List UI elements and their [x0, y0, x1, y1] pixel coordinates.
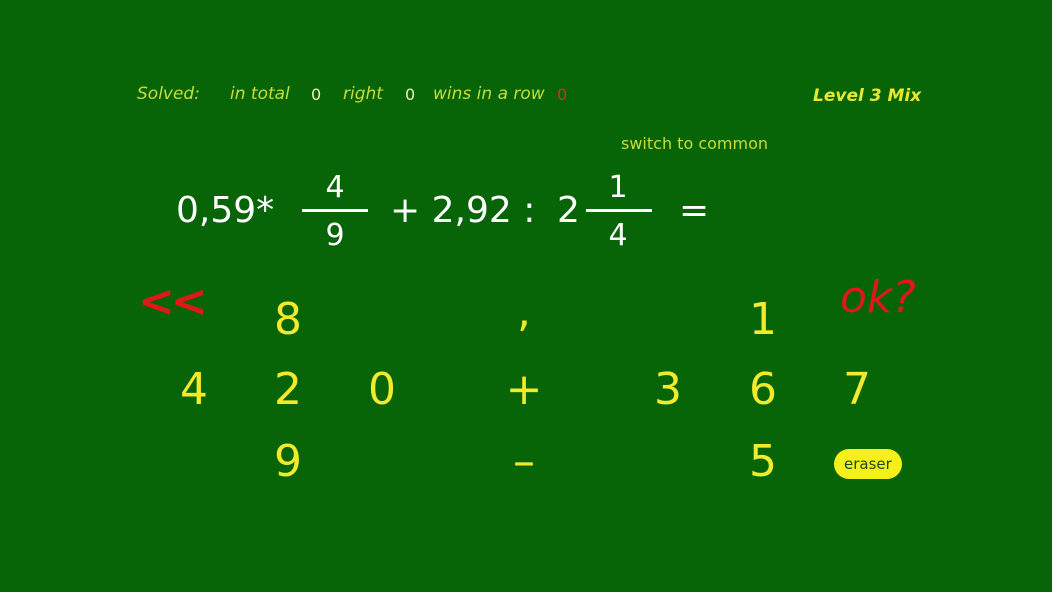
fraction1-denominator: 9 — [325, 218, 345, 253]
level-label: Level 3 Mix — [813, 86, 922, 106]
eraser-button[interactable]: eraser — [834, 449, 902, 479]
key-8[interactable]: 8 — [258, 294, 318, 345]
wins-label: wins in a row — [433, 84, 545, 104]
equals-sign: = — [679, 190, 710, 231]
mixed-whole: 2 — [557, 190, 580, 231]
fraction2-bar — [586, 209, 652, 212]
fraction1-bar — [302, 209, 368, 212]
switch-to-common-button[interactable]: switch to common — [621, 134, 768, 153]
fraction1-numerator: 4 — [325, 170, 345, 205]
key-3[interactable]: 3 — [638, 364, 698, 415]
key-minus[interactable]: – — [494, 436, 554, 487]
expression-term1: 0,59* — [176, 190, 275, 231]
expression-middle: + 2,92 : — [390, 190, 536, 231]
key-1[interactable]: 1 — [733, 294, 793, 345]
fraction2-numerator: 1 — [608, 170, 628, 205]
key-9[interactable]: 9 — [258, 436, 318, 487]
wins-value: 0 — [557, 85, 568, 104]
key-5[interactable]: 5 — [733, 436, 793, 487]
key-4[interactable]: 4 — [164, 364, 224, 415]
key-2[interactable]: 2 — [258, 364, 318, 415]
key-0[interactable]: 0 — [352, 364, 412, 415]
right-label: right — [343, 84, 383, 104]
key-7[interactable]: 7 — [827, 364, 887, 415]
total-label: in total — [230, 84, 290, 104]
key-6[interactable]: 6 — [733, 364, 793, 415]
total-value: 0 — [311, 85, 322, 104]
key-comma[interactable]: , — [494, 286, 554, 337]
ok-button[interactable]: ok? — [840, 272, 916, 323]
fraction2-denominator: 4 — [608, 218, 628, 253]
back-button[interactable]: << — [138, 276, 208, 327]
key-plus[interactable]: + — [494, 364, 554, 415]
solved-label: Solved: — [137, 84, 200, 104]
right-value: 0 — [405, 85, 416, 104]
